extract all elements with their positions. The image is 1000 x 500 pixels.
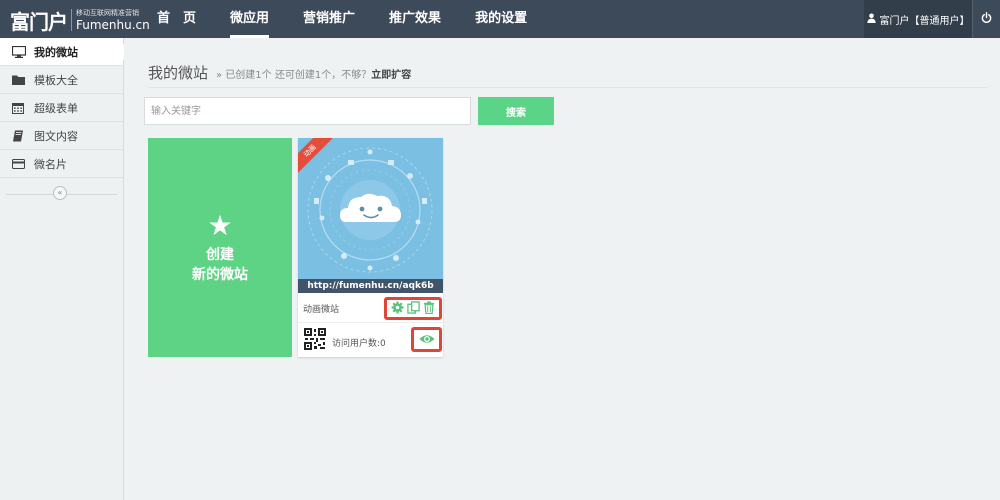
logo[interactable]: 富门户 移动互联网精准营销 Fumenhu.cn (10, 6, 150, 34)
quota-text: » 已创建1个 还可创建1个，不够？ (216, 70, 372, 81)
expand-quota-link[interactable]: 立即扩容 (371, 70, 411, 81)
trash-icon[interactable] (423, 300, 435, 317)
create-site-card[interactable]: ★ 创建 新的微站 (148, 138, 292, 357)
sidebar-item-label: 模板大全 (34, 73, 78, 87)
star-icon: ★ (207, 208, 233, 242)
user-menu[interactable]: 富门户【普通用户】 (864, 0, 972, 38)
power-icon (981, 12, 992, 26)
create-label-line2: 新的微站 (192, 266, 248, 283)
sidebar: 我的微站 模板大全 超级表单 图文内容 微名片 « (0, 38, 124, 500)
user-label: 富门户【普通用户】 (879, 15, 970, 27)
logo-tagline: 移动互联网精准营销 (76, 8, 139, 17)
sidebar-collapse-button[interactable]: « (53, 186, 67, 200)
nav-item-marketing[interactable]: 营销推广 (286, 0, 372, 38)
qr-code-icon[interactable] (304, 328, 326, 350)
page-title: 我的微站 (148, 64, 209, 82)
logo-text: 移动互联网精准营销 Fumenhu.cn (76, 8, 150, 32)
sidebar-item-super-forms[interactable]: 超级表单 (0, 94, 123, 122)
sidebar-item-templates[interactable]: 模板大全 (0, 66, 123, 94)
sidebar-item-label: 超级表单 (34, 101, 78, 115)
book-icon (12, 130, 30, 142)
card-icon (12, 158, 30, 169)
site-stats-row: 访问用户数:0 (298, 324, 443, 357)
sidebar-collapse-row: « (0, 184, 123, 204)
page-subtitle: » 已创建1个 还可创建1个，不够？立即扩容 (216, 66, 411, 81)
create-label-line1: 创建 (206, 246, 234, 263)
settings-gear-icon[interactable] (391, 300, 404, 317)
monitor-icon (12, 45, 30, 58)
sidebar-item-business-card[interactable]: 微名片 (0, 150, 123, 178)
search-input[interactable] (144, 97, 471, 125)
logout-button[interactable] (972, 0, 1000, 38)
copy-icon[interactable] (407, 300, 420, 317)
visitor-count: 访问用户数:0 (332, 339, 386, 349)
nav-item-home[interactable]: 首 页 (140, 0, 213, 38)
sidebar-item-articles[interactable]: 图文内容 (0, 122, 123, 150)
site-info-row: 动画微站 (298, 293, 443, 323)
logo-mark: 富门户 (10, 9, 68, 34)
search-button[interactable]: 搜索 (478, 97, 554, 125)
sidebar-item-my-sites[interactable]: 我的微站 (0, 38, 124, 66)
sidebar-item-label: 图文内容 (34, 129, 78, 143)
site-name: 动画微站 (303, 305, 340, 315)
nav-item-promotion-results[interactable]: 推广效果 (372, 0, 458, 38)
site-url: http://fumenhu.cn/aqk6b (298, 279, 443, 293)
main-content: 我的微站 » 已创建1个 还可创建1个，不够？立即扩容 搜索 ★ 创建 新的微站 (124, 38, 1000, 500)
site-card: 动画 http://fumenhu.cn/aqk6b 动画微站 访问用户数:0 (298, 138, 443, 357)
top-bar: 富门户 移动互联网精准营销 Fumenhu.cn 首 页 微应用 营销推广 推广… (0, 0, 1000, 38)
create-site-label: 创建 新的微站 (192, 245, 248, 285)
sidebar-item-label: 我的微站 (34, 45, 78, 59)
logo-domain: Fumenhu.cn (76, 17, 150, 32)
eye-icon (419, 333, 435, 347)
nav-item-my-settings[interactable]: 我的设置 (458, 0, 544, 38)
user-icon (866, 13, 876, 26)
site-actions (384, 297, 442, 320)
calendar-icon (12, 102, 30, 114)
main-nav: 首 页 微应用 营销推广 推广效果 我的设置 (140, 0, 544, 38)
logo-divider (71, 9, 72, 31)
site-thumbnail[interactable]: 动画 http://fumenhu.cn/aqk6b (298, 138, 443, 293)
cloud-illustration (307, 147, 433, 273)
page-header: 我的微站 » 已创建1个 还可创建1个，不够？立即扩容 (148, 62, 988, 88)
folder-icon (12, 74, 30, 85)
nav-item-micro-apps[interactable]: 微应用 (213, 0, 286, 38)
preview-button[interactable] (411, 327, 442, 352)
sidebar-item-label: 微名片 (34, 157, 67, 171)
